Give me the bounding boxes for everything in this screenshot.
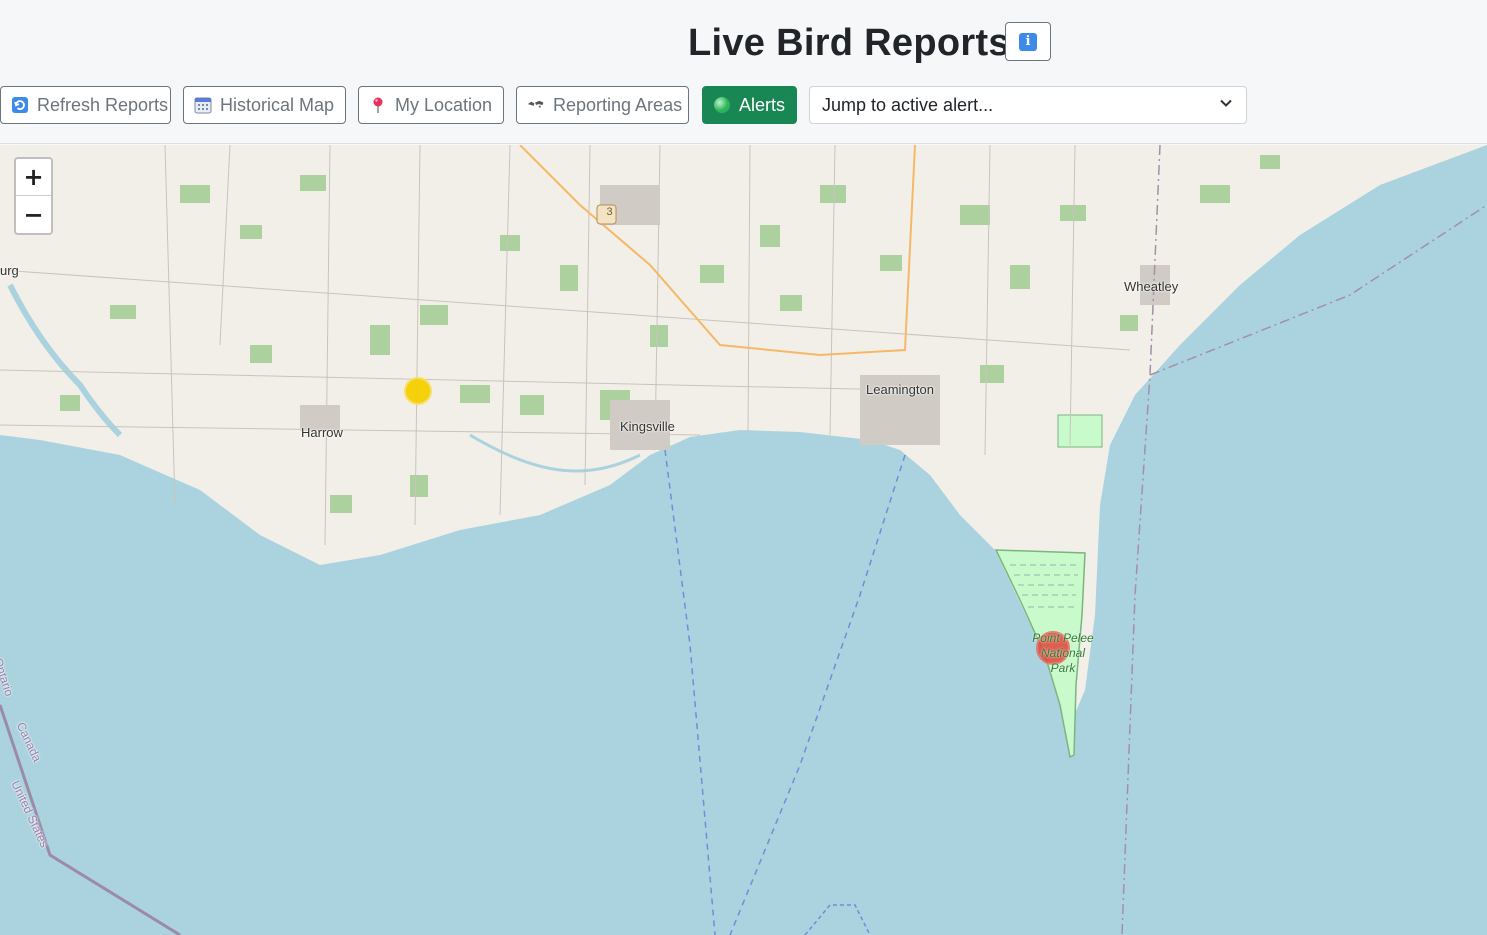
my-location-label: My Location — [395, 94, 493, 115]
place-label-leamington: Leamington — [866, 382, 934, 397]
highway-3-label: 3 — [606, 206, 613, 218]
zoom-control: + − — [14, 157, 53, 235]
pin-icon — [369, 96, 387, 114]
refresh-icon — [11, 96, 29, 114]
alerts-button[interactable]: Alerts — [702, 86, 797, 124]
page-title: Live Bird Reports — [688, 22, 1010, 64]
info-icon: i — [1019, 32, 1037, 51]
place-label-point-pelee-park: Point Pelee National Park — [1030, 631, 1096, 676]
active-alert-selected: Jump to active alert... — [822, 94, 994, 115]
zoom-out-button[interactable]: − — [16, 196, 51, 233]
chevron-down-icon — [1218, 95, 1234, 116]
info-button[interactable]: i — [1005, 22, 1051, 61]
place-label-wheatley: Wheatley — [1124, 279, 1179, 294]
world-map-icon — [527, 96, 545, 114]
zoom-in-button[interactable]: + — [16, 159, 51, 196]
reporting-areas-button[interactable]: Reporting Areas — [516, 86, 689, 124]
reporting-areas-label: Reporting Areas — [553, 94, 683, 115]
active-alert-select[interactable]: Jump to active alert... — [809, 86, 1247, 124]
my-location-button[interactable]: My Location — [358, 86, 504, 124]
page-header: Live Bird Reports i Refresh Reports Hist… — [0, 0, 1487, 144]
basemap — [0, 145, 1487, 935]
park-label-line-1: Point Pelee — [1032, 631, 1094, 645]
park-label-line-2: National — [1040, 646, 1086, 660]
yellow-report-marker[interactable] — [404, 377, 432, 405]
refresh-reports-button[interactable]: Refresh Reports — [0, 86, 171, 124]
map-canvas[interactable]: urg Harrow Kingsville Leamington Wheatle… — [0, 145, 1487, 935]
alerts-label: Alerts — [739, 94, 786, 115]
place-label-kingsville: Kingsville — [620, 419, 675, 434]
place-label-harrow: Harrow — [301, 425, 343, 440]
historical-map-label: Historical Map — [220, 94, 335, 115]
refresh-reports-label: Refresh Reports — [37, 94, 169, 115]
park-label-line-3: Park — [1050, 661, 1076, 675]
place-label-burg: urg — [0, 263, 19, 278]
marsh-area — [1057, 414, 1103, 448]
green-circle-icon — [713, 96, 731, 114]
historical-map-button[interactable]: Historical Map — [183, 86, 346, 124]
calendar-icon — [194, 96, 212, 114]
